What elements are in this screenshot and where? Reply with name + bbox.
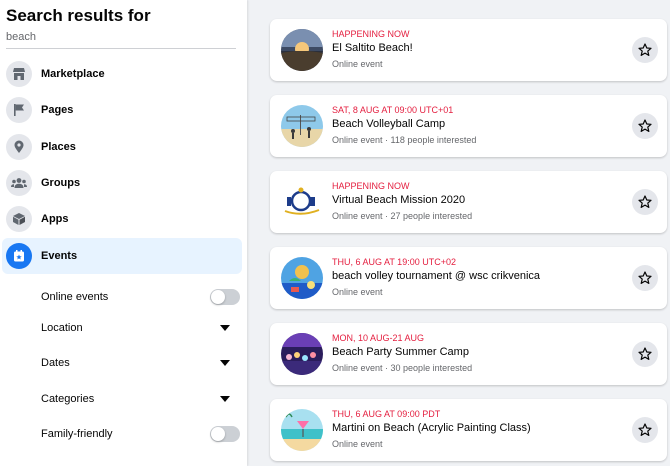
map-pin-icon [6,134,32,160]
store-icon [6,61,32,87]
event-card[interactable]: THU, 6 AUG AT 09:00 PDT Martini on Beach… [270,399,667,461]
star-icon [638,271,652,284]
star-icon [638,423,652,436]
nav-item-events[interactable]: Events [2,238,242,274]
interested-star-button[interactable] [632,189,658,215]
nav-label: Pages [41,104,74,116]
event-title[interactable]: Martini on Beach (Acrylic Painting Class… [332,422,531,434]
filter-dates[interactable]: Dates [41,353,240,373]
divider [6,48,236,49]
chevron-down-icon[interactable] [220,325,230,331]
event-thumbnail [281,181,323,223]
search-query: beach [6,31,36,43]
event-thumbnail [281,105,323,147]
family-friendly-toggle[interactable] [210,426,240,442]
interested-star-button[interactable] [632,265,658,291]
filter-label: Location [41,322,83,334]
nav-item-places[interactable]: Places [2,129,242,165]
event-thumbnail [281,29,323,71]
filter-categories[interactable]: Categories [41,389,240,409]
interested-star-button[interactable] [632,417,658,443]
nav-item-marketplace[interactable]: Marketplace [2,56,242,92]
event-meta: Online event [332,439,383,449]
filter-location[interactable]: Location [41,318,240,338]
filter-online-events: Online events [41,287,240,307]
cube-icon [6,206,32,232]
filter-family-friendly: Family-friendly [41,424,240,444]
event-thumbnail [281,257,323,299]
star-icon [638,195,652,208]
event-date: THU, 6 AUG AT 19:00 UTC+02 [332,257,456,267]
chevron-down-icon[interactable] [220,360,230,366]
nav-label: Apps [41,213,69,225]
online-events-toggle[interactable] [210,289,240,305]
event-title[interactable]: Beach Party Summer Camp [332,346,469,358]
nav-label: Marketplace [41,68,105,80]
event-card[interactable]: HAPPENING NOW El Saltito Beach! Online e… [270,19,667,81]
event-date: MON, 10 AUG-21 AUG [332,333,425,343]
event-title[interactable]: Virtual Beach Mission 2020 [332,194,465,206]
chevron-down-icon[interactable] [220,396,230,402]
event-card[interactable]: SAT, 8 AUG AT 09:00 UTC+01 Beach Volleyb… [270,95,667,157]
interested-star-button[interactable] [632,113,658,139]
event-meta: Online event [332,287,383,297]
event-title[interactable]: El Saltito Beach! [332,42,413,54]
event-title[interactable]: Beach Volleyball Camp [332,118,445,130]
nav-label: Groups [41,177,81,189]
event-date: THU, 6 AUG AT 09:00 PDT [332,409,441,419]
event-date: HAPPENING NOW [332,29,410,39]
event-meta: Online event · 118 people interested [332,135,477,145]
star-icon [638,43,652,56]
nav-item-pages[interactable]: Pages [2,92,242,128]
toggle-knob [211,290,225,304]
nav-label: Events [41,250,78,262]
nav-label: Places [41,141,76,153]
event-thumbnail [281,409,323,451]
nav-item-apps[interactable]: Apps [2,201,242,237]
event-card[interactable]: THU, 6 AUG AT 19:00 UTC+02 beach volley … [270,247,667,309]
search-sidebar: Search results for beach Marketplace Pag… [0,0,247,466]
star-icon [638,119,652,132]
event-card[interactable]: MON, 10 AUG-21 AUG Beach Party Summer Ca… [270,323,667,385]
event-meta: Online event [332,59,383,69]
event-thumbnail [281,333,323,375]
star-icon [638,347,652,360]
filter-label: Family-friendly [41,428,113,440]
event-date: HAPPENING NOW [332,181,410,191]
flag-icon [6,97,32,123]
page-title: Search results for [6,6,151,25]
calendar-star-icon [6,243,32,269]
filter-label: Dates [41,357,70,369]
nav-item-groups[interactable]: Groups [2,165,242,201]
toggle-knob [211,427,225,441]
event-title[interactable]: beach volley tournament @ wsc crikvenica [332,270,540,282]
event-meta: Online event · 30 people interested [332,363,473,373]
filter-label: Online events [41,291,109,303]
filter-label: Categories [41,393,95,405]
event-meta: Online event · 27 people interested [332,211,473,221]
groups-icon [6,170,32,196]
event-date: SAT, 8 AUG AT 09:00 UTC+01 [332,105,454,115]
interested-star-button[interactable] [632,341,658,367]
event-card[interactable]: HAPPENING NOW Virtual Beach Mission 2020… [270,171,667,233]
interested-star-button[interactable] [632,37,658,63]
